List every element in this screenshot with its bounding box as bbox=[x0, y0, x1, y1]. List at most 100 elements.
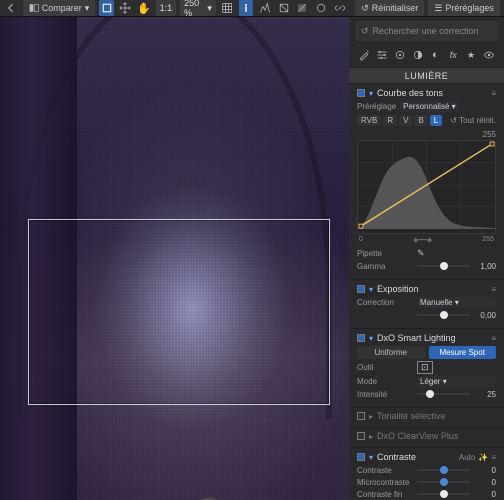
zoom-select[interactable]: 250 % ▾ bbox=[180, 0, 216, 16]
curve-y-max: 255 bbox=[357, 130, 496, 139]
brush-icon[interactable] bbox=[393, 48, 407, 62]
contrast-group: ▾ Contraste Auto ✨ ≡ Contraste0 Microcon… bbox=[349, 448, 504, 500]
mode-select[interactable]: Léger ▾ bbox=[417, 376, 496, 387]
mask-icon[interactable] bbox=[411, 48, 425, 62]
disclosure-icon: ▸ bbox=[369, 412, 373, 421]
intensity-label: Intensité bbox=[357, 390, 413, 399]
lens-icon[interactable] bbox=[314, 0, 329, 16]
channel-l-tab[interactable]: L bbox=[430, 115, 442, 126]
disclosure-icon: ▾ bbox=[369, 453, 373, 462]
contrast-header[interactable]: ▾ Contraste Auto ✨ ≡ bbox=[357, 452, 496, 462]
crop-icon[interactable]: ◐ bbox=[428, 48, 442, 62]
fine-value: 0 bbox=[474, 490, 496, 499]
compare-button[interactable]: Comparer ▾ bbox=[23, 0, 96, 16]
compare-label: Comparer bbox=[42, 3, 82, 13]
info-overlay-icon[interactable] bbox=[239, 0, 254, 16]
histogram-icon[interactable] bbox=[257, 0, 272, 16]
favorite-icon[interactable]: ★ bbox=[464, 48, 478, 62]
group-menu-icon[interactable]: ≡ bbox=[491, 89, 496, 98]
curve-x-max: 255 bbox=[482, 236, 494, 244]
tool-label: Outil bbox=[357, 363, 413, 372]
tone-curve-toggle[interactable] bbox=[357, 89, 365, 97]
exposure-header[interactable]: ▾ Exposition ≡ bbox=[357, 284, 496, 294]
pipette-label: Pipette bbox=[357, 249, 413, 258]
spot-tool-icon[interactable]: ⊡ bbox=[417, 361, 433, 374]
mode-label: Mode bbox=[357, 377, 413, 386]
contrast-toggle[interactable] bbox=[357, 453, 365, 461]
gamma-slider[interactable] bbox=[417, 261, 470, 271]
move-tool-icon[interactable] bbox=[118, 0, 133, 16]
selective-tone-header[interactable]: ▸ Tonalité sélective bbox=[357, 411, 496, 421]
intensity-slider[interactable] bbox=[417, 389, 470, 399]
channel-rgb-tab[interactable]: RVB bbox=[357, 115, 381, 126]
sliders-icon[interactable] bbox=[375, 48, 389, 62]
gamma-row: Gamma 1,00 bbox=[357, 261, 496, 271]
smart-lighting-group: ▾ DxO Smart Lighting ≡ Uniforme Mesure S… bbox=[349, 329, 504, 408]
image-viewer[interactable]: 200% bbox=[0, 17, 349, 500]
section-light-header[interactable]: LUMIÈRE bbox=[349, 67, 504, 84]
presets-button[interactable]: ☰ Préréglages bbox=[428, 0, 500, 16]
smart-lighting-header[interactable]: ▾ DxO Smart Lighting ≡ bbox=[357, 333, 496, 343]
exposure-toggle[interactable] bbox=[357, 285, 365, 293]
smart-lighting-title: DxO Smart Lighting bbox=[377, 333, 456, 343]
exposure-title: Exposition bbox=[377, 284, 419, 294]
group-menu-icon[interactable]: ≡ bbox=[491, 334, 496, 343]
crop-tool-icon[interactable] bbox=[99, 0, 114, 16]
fx-icon[interactable]: fx bbox=[446, 48, 460, 62]
chevron-down-icon: ▾ bbox=[85, 3, 90, 14]
corrections-panel: ↺ Rechercher une correction ◐ fx ★ LUMIÈ… bbox=[349, 17, 504, 500]
reset-all-button[interactable]: ↺ Tout réinit. bbox=[450, 116, 496, 125]
zoom-fit-button[interactable]: 1:1 bbox=[156, 0, 177, 16]
tone-curve-header[interactable]: ▾ Courbe des tons ≡ bbox=[357, 88, 496, 98]
disclosure-icon: ▾ bbox=[369, 89, 373, 98]
smart-lighting-toggle[interactable] bbox=[357, 334, 365, 342]
zoom-value: 250 % bbox=[184, 0, 207, 18]
reset-button[interactable]: ↺ Réinitialiser bbox=[355, 0, 424, 16]
channel-b-tab[interactable]: B bbox=[414, 115, 427, 126]
tone-curve-preset-row: Préréglage Personnalisé ▾ bbox=[357, 101, 496, 112]
disclosure-icon: ▸ bbox=[369, 432, 373, 441]
exposure-slider[interactable] bbox=[417, 310, 470, 320]
group-menu-icon[interactable]: ≡ bbox=[491, 285, 496, 294]
link-icon[interactable] bbox=[332, 0, 347, 16]
micro-label: Microcontraste bbox=[357, 478, 413, 487]
clearview-title: DxO ClearView Plus bbox=[377, 431, 458, 441]
search-reset-icon[interactable]: ↺ bbox=[361, 26, 369, 37]
hand-tool-icon[interactable]: ✋ bbox=[137, 0, 152, 16]
search-corrections-input[interactable]: ↺ Rechercher une correction bbox=[355, 21, 498, 41]
back-icon[interactable] bbox=[4, 0, 19, 16]
uniform-tab[interactable]: Uniforme bbox=[357, 346, 425, 359]
selective-tone-toggle[interactable] bbox=[357, 412, 365, 420]
magic-wand-icon[interactable]: ✨ bbox=[478, 453, 488, 462]
curve-axis: 0 ◆━━◆ 255 bbox=[359, 236, 494, 244]
shadow-clip-icon[interactable] bbox=[295, 0, 310, 16]
intensity-value: 25 bbox=[474, 390, 496, 399]
spot-tab[interactable]: Mesure Spot bbox=[429, 346, 497, 359]
wand-icon[interactable] bbox=[357, 48, 371, 62]
micro-slider[interactable] bbox=[417, 477, 470, 487]
tone-curve-title: Courbe des tons bbox=[377, 88, 443, 98]
grid-icon[interactable] bbox=[220, 0, 235, 16]
clearview-header[interactable]: ▸ DxO ClearView Plus bbox=[357, 431, 496, 441]
clearview-group: ▸ DxO ClearView Plus bbox=[349, 428, 504, 448]
eyedropper-icon[interactable]: ✎ bbox=[417, 248, 425, 259]
contrast-slider[interactable] bbox=[417, 465, 470, 475]
gamma-value: 1,00 bbox=[474, 262, 496, 271]
auto-label: Auto bbox=[459, 453, 475, 462]
disclosure-icon: ▾ bbox=[369, 334, 373, 343]
channel-r-tab[interactable]: R bbox=[383, 115, 397, 126]
visible-icon[interactable] bbox=[482, 48, 496, 62]
selection-rectangle[interactable] bbox=[28, 219, 330, 405]
channel-v-tab[interactable]: V bbox=[399, 115, 412, 126]
highlight-clip-icon[interactable] bbox=[276, 0, 291, 16]
selective-tone-title: Tonalité sélective bbox=[377, 411, 446, 421]
reset-label: Réinitialiser bbox=[372, 3, 419, 13]
preset-select[interactable]: Personnalisé ▾ bbox=[400, 101, 459, 112]
channel-bar: RVB R V B L ↺ Tout réinit. bbox=[357, 115, 496, 126]
tone-curve-editor[interactable] bbox=[357, 140, 496, 234]
fine-slider[interactable] bbox=[417, 489, 470, 499]
gamma-label: Gamma bbox=[357, 262, 413, 271]
correction-select[interactable]: Manuelle ▾ bbox=[417, 297, 496, 308]
compare-icon bbox=[29, 3, 39, 13]
clearview-toggle[interactable] bbox=[357, 432, 365, 440]
